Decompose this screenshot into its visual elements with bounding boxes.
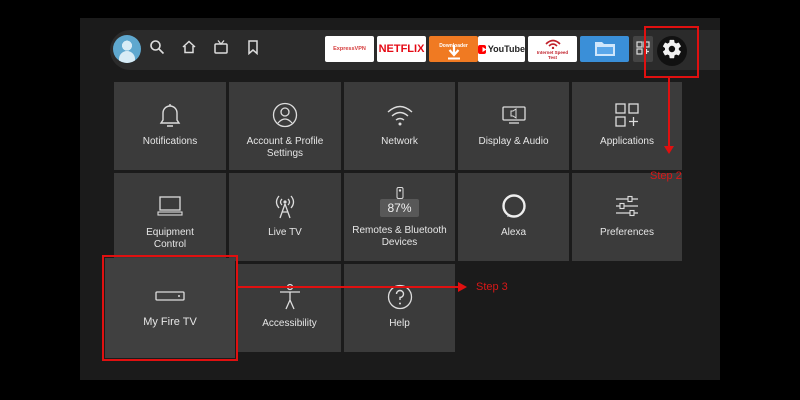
youtube-play-icon [478,44,487,54]
tile-remotes-bluetooth[interactable]: 87% Remotes & Bluetooth Devices [344,173,455,261]
tile-preferences-label: Preferences [600,227,654,238]
tile-account-profile-label: Account & Profile Settings [246,136,324,159]
remote-battery-percent: 87% [380,199,419,217]
tile-display-audio-label: Display & Audio [478,136,549,147]
tile-help-label: Help [389,318,410,329]
tile-account-profile[interactable]: Account & Profile Settings [229,82,341,170]
annotation-gear-highlight-box [644,26,699,78]
annotation-step3-arrow-line [238,286,460,288]
person-icon [272,100,298,130]
annotation-step3-arrowhead [458,282,467,292]
tile-alexa[interactable]: Alexa [458,173,569,261]
tile-network-label: Network [381,136,418,147]
bookmark-icon[interactable] [244,38,262,56]
annotation-step2-label: Step 2 [650,170,682,182]
tile-preferences[interactable]: Preferences [572,173,682,261]
download-arrow-icon [447,44,461,62]
tile-accessibility-label: Accessibility [262,318,317,329]
tile-remotes-bluetooth-label: Remotes & Bluetooth Devices [352,225,447,248]
app-youtube-label: YouTube [487,44,525,54]
tile-display-audio[interactable]: Display & Audio [458,82,569,170]
annotation-my-fire-tv-highlight-box [102,255,238,361]
annotation-step3-label: Step 3 [476,281,508,293]
wifi-icon [386,100,414,130]
remote-battery-indicator: 87% [380,183,419,221]
monitor-icon [156,191,184,221]
app-youtube[interactable]: YouTube [478,36,525,62]
tile-network[interactable]: Network [344,82,455,170]
live-tv-icon[interactable] [212,38,230,56]
app-expressvpn[interactable]: ExpressVPN [325,36,374,62]
app-netflix[interactable]: NETFLIX [377,36,426,62]
app-speedtest-label: Internet Speed Test [536,49,569,60]
app-speedtest[interactable]: Internet Speed Test [528,36,577,62]
applications-grid-icon [614,100,640,130]
tv-screen: ExpressVPN NETFLIX Downloader YouTube In… [80,18,720,380]
sliders-icon [614,191,640,221]
app-file-manager[interactable] [580,36,629,62]
alexa-icon [501,191,527,221]
display-speaker-icon [500,100,528,130]
tile-live-tv[interactable]: Live TV [229,173,341,261]
app-netflix-label: NETFLIX [378,43,425,55]
wifi-signal-icon [544,39,561,50]
tile-alexa-label: Alexa [500,227,526,238]
tile-notifications-label: Notifications [142,136,198,147]
annotation-step2-arrow-line [668,78,670,148]
tile-equipment-control[interactable]: Equipment Control [114,173,226,261]
tile-notifications[interactable]: Notifications [114,82,226,170]
search-icon[interactable] [148,38,166,56]
remote-icon [396,187,403,199]
tile-help[interactable]: Help [344,264,455,352]
folder-icon [594,39,616,60]
tile-live-tv-label: Live TV [268,227,302,238]
app-expressvpn-label: ExpressVPN [333,46,366,52]
home-icon[interactable] [180,38,198,56]
profile-avatar[interactable] [113,35,141,63]
tile-applications[interactable]: Applications [572,82,682,170]
tile-accessibility[interactable]: Accessibility [238,264,341,352]
tile-applications-label: Applications [600,136,654,147]
app-downloader[interactable]: Downloader [429,36,478,62]
antenna-icon [272,191,298,221]
tile-equipment-control-label: Equipment Control [146,227,194,250]
annotation-step2-arrowhead [664,146,674,154]
bell-icon [158,100,182,130]
